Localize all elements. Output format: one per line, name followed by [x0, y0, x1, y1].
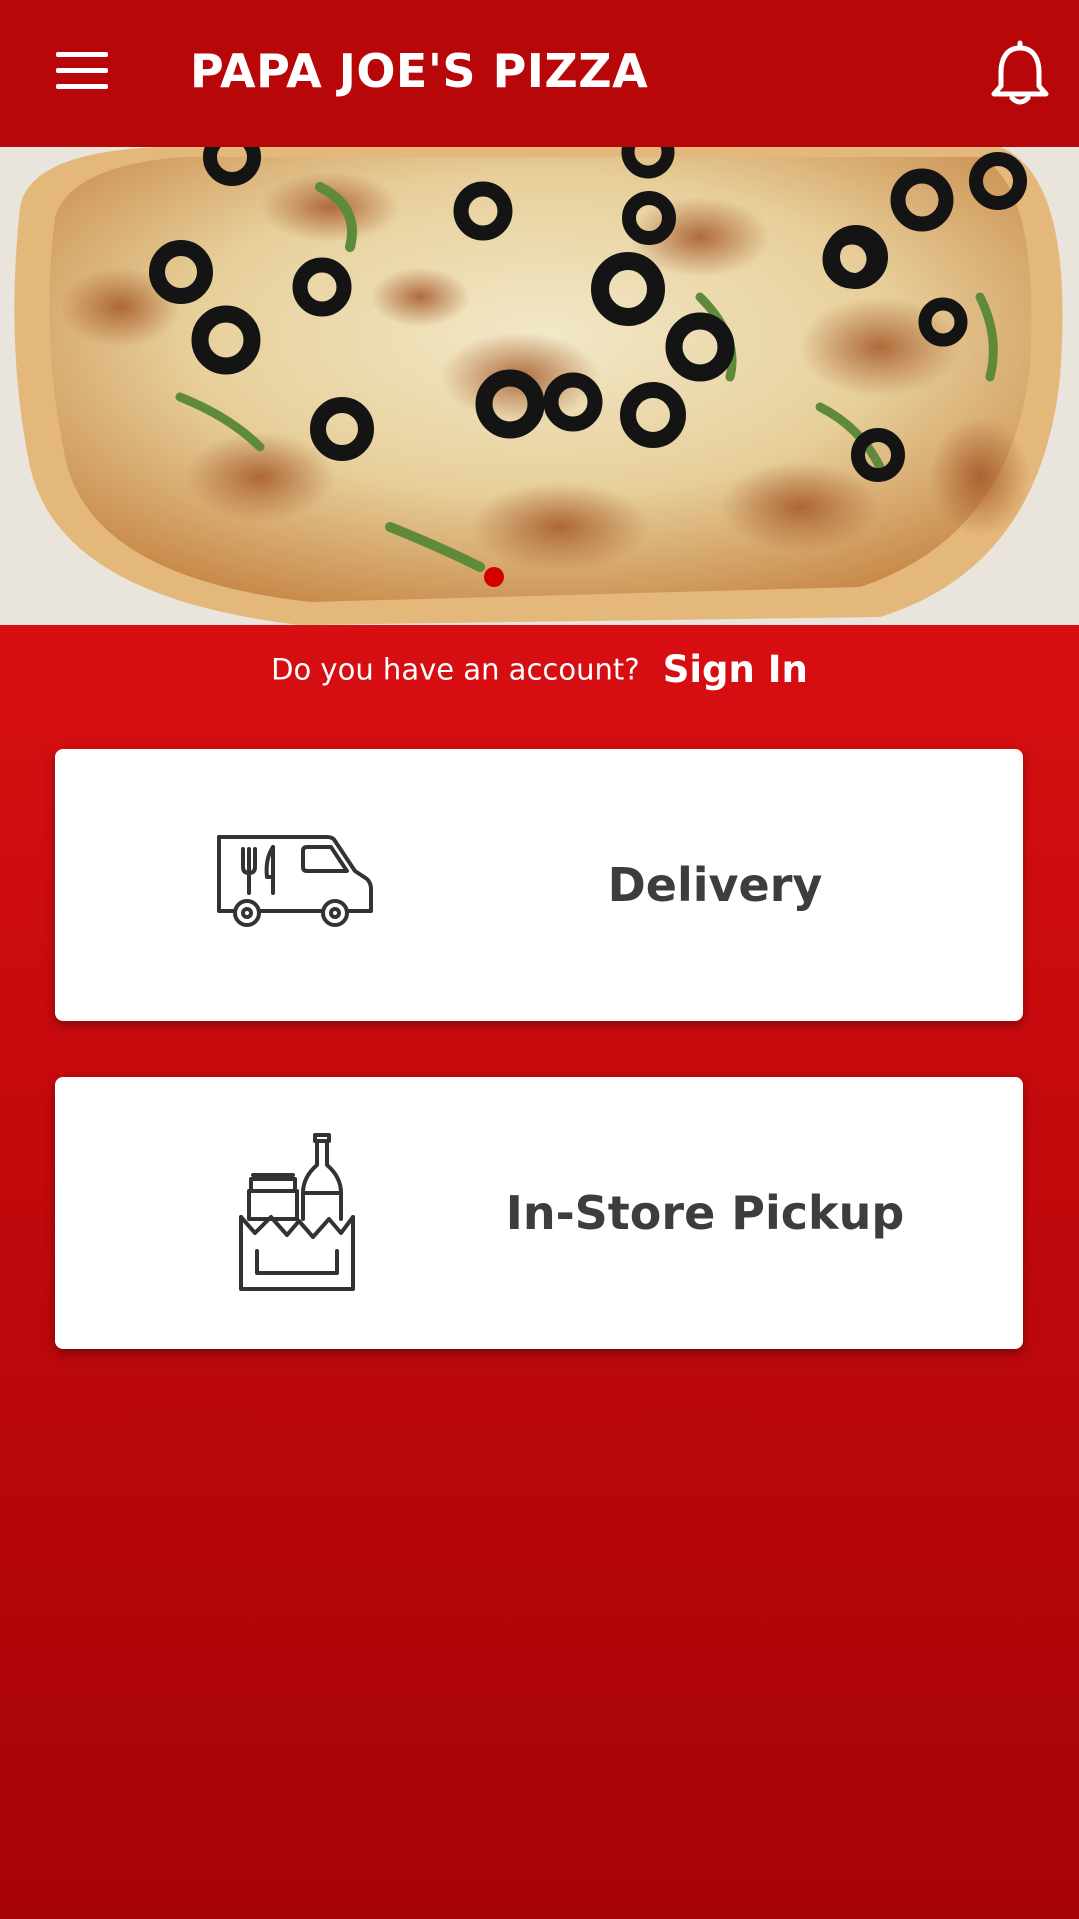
hamburger-menu-icon[interactable]	[56, 52, 112, 92]
delivery-truck-icon	[215, 833, 375, 937]
app-bar: PAPA JOE'S PIZZA	[0, 0, 1079, 147]
sign-in-link[interactable]: Sign In	[663, 648, 808, 691]
app-title: PAPA JOE'S PIZZA	[190, 44, 649, 98]
delivery-option-card[interactable]: Delivery	[55, 749, 1023, 1021]
account-question: Do you have an account?	[271, 652, 640, 687]
carousel-indicator[interactable]	[484, 567, 504, 587]
grocery-bag-icon	[237, 1133, 357, 1297]
bell-icon[interactable]	[990, 40, 1050, 106]
account-prompt: Do you have an account? Sign In	[0, 648, 1079, 691]
in-store-pickup-label: In-Store Pickup	[505, 1186, 905, 1240]
delivery-label: Delivery	[607, 858, 823, 912]
hero-pizza-image	[0, 147, 1079, 625]
in-store-pickup-option-card[interactable]: In-Store Pickup	[55, 1077, 1023, 1349]
